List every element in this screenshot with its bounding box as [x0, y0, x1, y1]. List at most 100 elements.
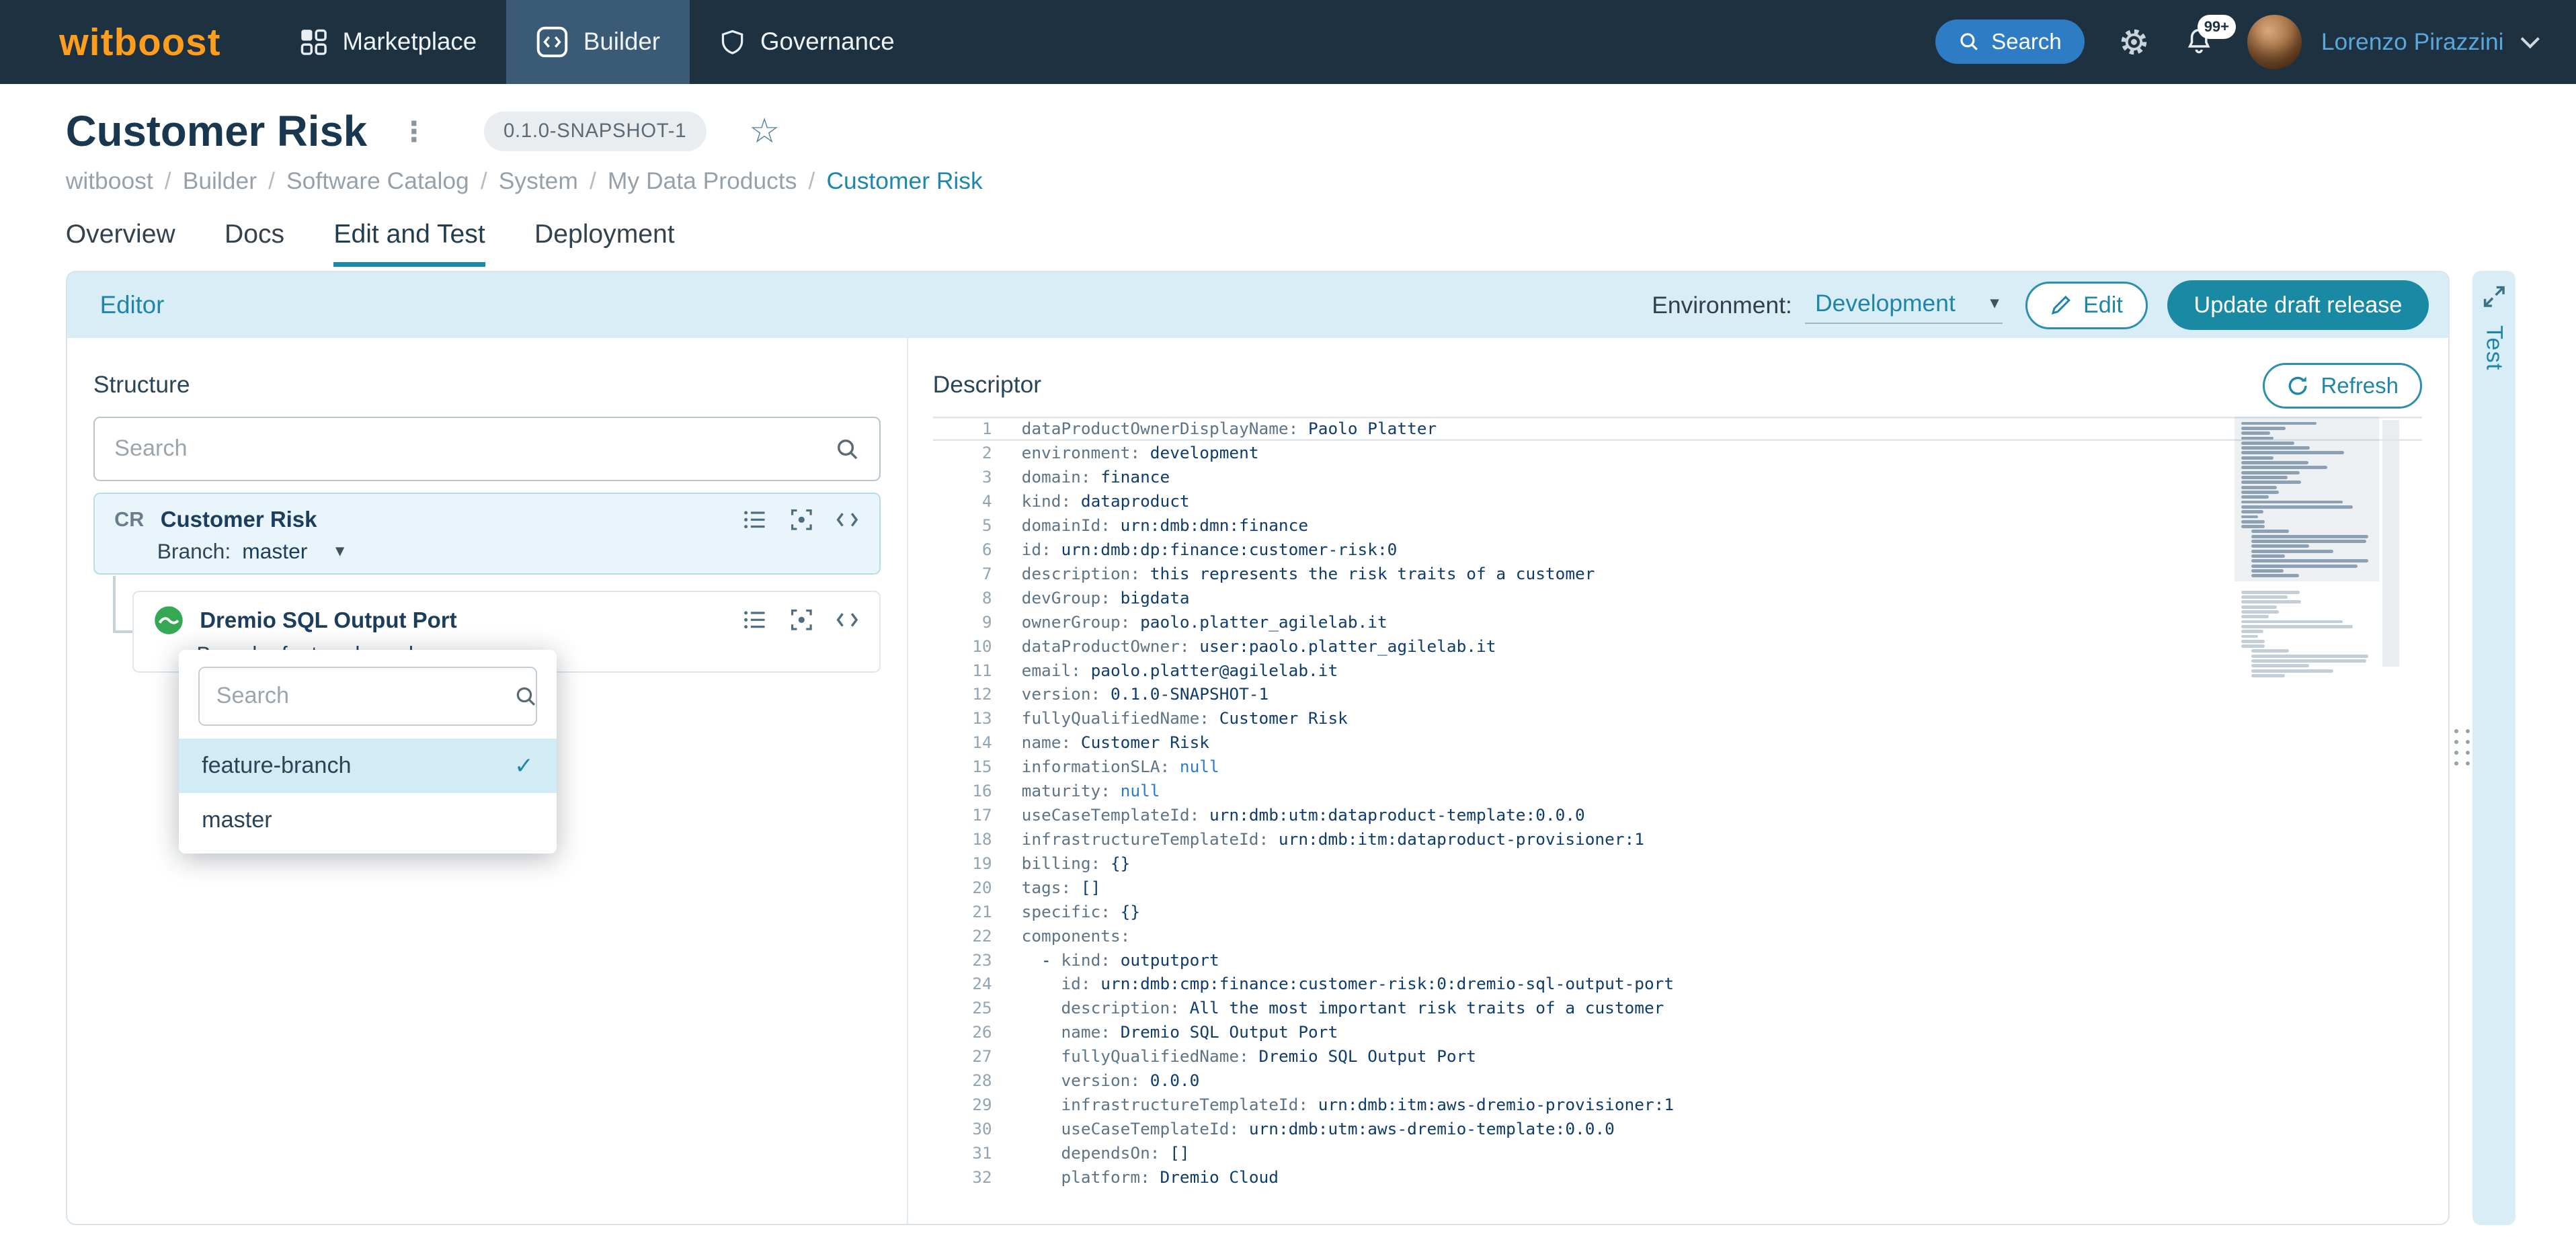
test-panel-collapsed[interactable]: Test	[2472, 271, 2515, 1226]
nav-item-builder[interactable]: Builder	[506, 0, 690, 84]
code-line[interactable]: 14 name: Customer Risk	[933, 731, 2422, 755]
tree-node-customer-risk[interactable]: CR Customer Risk Branch: master ▾	[93, 492, 881, 575]
code-icon[interactable]	[835, 608, 860, 632]
code-line[interactable]: 5 domainId: urn:dmb:dmn:finance	[933, 513, 2422, 538]
code-line[interactable]: 26 name: Dremio SQL Output Port	[933, 1020, 2422, 1044]
descriptor-title: Descriptor	[932, 370, 1042, 398]
version-badge: 0.1.0-SNAPSHOT-1	[483, 112, 707, 151]
notifications-button[interactable]: 99+	[2183, 15, 2236, 57]
code-line[interactable]: 32 platform: Dremio Cloud	[933, 1165, 2422, 1190]
focus-icon[interactable]	[789, 507, 814, 532]
option-label: feature-branch	[202, 753, 352, 779]
code-line[interactable]: 22 components:	[933, 924, 2422, 948]
code-line[interactable]: 28 version: 0.0.0	[933, 1069, 2422, 1093]
nav-item-marketplace[interactable]: Marketplace	[270, 0, 506, 84]
chevron-down-icon: ▾	[335, 540, 345, 562]
global-search-button[interactable]: Search	[1935, 19, 2085, 65]
code-line[interactable]: 13 fullyQualifiedName: Customer Risk	[933, 706, 2422, 731]
refresh-button-label: Refresh	[2321, 372, 2399, 398]
shield-icon	[719, 28, 746, 56]
refresh-button[interactable]: Refresh	[2263, 362, 2422, 409]
kebab-menu-icon[interactable]: ⋮	[400, 115, 428, 148]
breadcrumb-separator: /	[268, 167, 275, 194]
editor-scrollbar[interactable]	[2382, 420, 2399, 667]
builder-icon	[536, 26, 569, 58]
breadcrumb-item-current[interactable]: Customer Risk	[826, 167, 982, 195]
code-line[interactable]: 17 useCaseTemplateId: urn:dmb:utm:datapro…	[933, 803, 2422, 827]
code-line[interactable]: 6 id: urn:dmb:dp:finance:customer-risk:0	[933, 538, 2422, 562]
breadcrumb-item[interactable]: My Data Products	[608, 167, 797, 195]
code-line[interactable]: 7 description: this represents the risk t…	[933, 562, 2422, 586]
code-line[interactable]: 3 domain: finance	[933, 465, 2422, 489]
nav-item-label: Marketplace	[342, 28, 477, 56]
code-line[interactable]: 21 specific: {}	[933, 900, 2422, 924]
breadcrumb-separator: /	[808, 167, 815, 194]
tab-edit-and-test[interactable]: Edit and Test	[333, 220, 485, 267]
code-line[interactable]: 1 dataProductOwnerDisplayName: Paolo Plat…	[933, 417, 2422, 441]
notification-badge: 99+	[2197, 15, 2236, 39]
code-line[interactable]: 8 devGroup: bigdata	[933, 586, 2422, 610]
environment-select[interactable]: Development ▾	[1805, 287, 2003, 324]
page-tabs: Overview Docs Edit and Test Deployment	[66, 220, 2576, 267]
tab-docs[interactable]: Docs	[225, 220, 284, 267]
branch-label: Branch:	[157, 538, 231, 563]
branch-option-master[interactable]: master	[179, 793, 557, 847]
code-line[interactable]: 31 dependsOn: []	[933, 1141, 2422, 1165]
code-line[interactable]: 27 fullyQualifiedName: Dremio SQL Output…	[933, 1044, 2422, 1069]
environment-value: Development	[1815, 290, 1956, 317]
code-editor[interactable]: 1 dataProductOwnerDisplayName: Paolo Plat…	[933, 417, 2422, 1217]
node-name: Customer Risk	[160, 507, 317, 532]
chevron-down-icon[interactable]	[2520, 29, 2540, 48]
branch-dropdown-search-input[interactable]	[216, 683, 514, 710]
breadcrumb-item[interactable]: Software Catalog	[286, 167, 469, 195]
code-line[interactable]: 24 id: urn:dmb:cmp:finance:customer-risk…	[933, 972, 2422, 996]
code-line[interactable]: 9 ownerGroup: paolo.platter_agilelab.it	[933, 610, 2422, 634]
list-icon[interactable]	[743, 507, 768, 532]
user-name[interactable]: Lorenzo Pirazzini	[2321, 28, 2504, 56]
code-icon[interactable]	[835, 507, 860, 532]
favorite-star-icon[interactable]: ☆	[749, 111, 780, 151]
code-line[interactable]: 10 dataProductOwner: user:paolo.platter_a…	[933, 634, 2422, 659]
minimap[interactable]	[2235, 417, 2380, 679]
focus-icon[interactable]	[789, 608, 814, 632]
dremio-icon	[154, 606, 184, 635]
witboost-logo[interactable]: witboost	[59, 20, 221, 64]
branch-dropdown-popup: feature-branch ✓ master	[178, 650, 557, 854]
avatar[interactable]	[2247, 14, 2302, 69]
structure-panel: Structure CR Customer Risk	[67, 337, 909, 1224]
panel-resize-handle[interactable]	[2454, 729, 2472, 765]
code-line[interactable]: 15 informationSLA: null	[933, 755, 2422, 779]
chevron-down-icon: ▾	[1990, 292, 1999, 314]
update-draft-release-button[interactable]: Update draft release	[2167, 280, 2429, 330]
editor-panel: Editor Environment: Development ▾ Edit U…	[65, 271, 2450, 1226]
code-line[interactable]: 11 email: paolo.platter@agilelab.it	[933, 659, 2422, 683]
branch-select-parent[interactable]: Branch: master ▾	[157, 539, 860, 564]
tab-deployment[interactable]: Deployment	[534, 220, 675, 267]
branch-value: master	[242, 538, 308, 563]
tab-overview[interactable]: Overview	[66, 220, 175, 267]
code-line[interactable]: 19 billing: {}	[933, 851, 2422, 876]
code-line[interactable]: 2 environment: development	[933, 441, 2422, 465]
structure-title: Structure	[93, 370, 190, 398]
code-line[interactable]: 16 maturity: null	[933, 779, 2422, 803]
nav-item-governance[interactable]: Governance	[690, 0, 924, 84]
branch-option-feature-branch[interactable]: feature-branch ✓	[178, 739, 557, 793]
breadcrumb-item[interactable]: witboost	[66, 167, 153, 195]
code-line[interactable]: 4 kind: dataproduct	[933, 489, 2422, 513]
code-line[interactable]: 12 version: 0.1.0-SNAPSHOT-1	[933, 682, 2422, 706]
code-line[interactable]: 29 infrastructureTemplateId: urn:dmb:itm…	[933, 1093, 2422, 1117]
code-line[interactable]: 20 tags: []	[933, 876, 2422, 900]
code-line[interactable]: 30 useCaseTemplateId: urn:dmb:utm:aws-dr…	[933, 1117, 2422, 1141]
structure-search	[93, 417, 881, 481]
code-line[interactable]: 18 infrastructureTemplateId: urn:dmb:itm:…	[933, 827, 2422, 851]
breadcrumb-separator: /	[589, 167, 596, 194]
list-icon[interactable]	[743, 608, 768, 632]
code-line[interactable]: 25 description: All the most important r…	[933, 996, 2422, 1020]
code-line[interactable]: 23 - kind: outputport	[933, 948, 2422, 972]
expand-icon[interactable]	[2482, 284, 2507, 309]
edit-button[interactable]: Edit	[2025, 281, 2148, 329]
breadcrumb-item[interactable]: Builder	[183, 167, 257, 195]
settings-button[interactable]	[2118, 26, 2150, 58]
breadcrumb-item[interactable]: System	[499, 167, 578, 195]
structure-search-input[interactable]	[114, 435, 835, 462]
